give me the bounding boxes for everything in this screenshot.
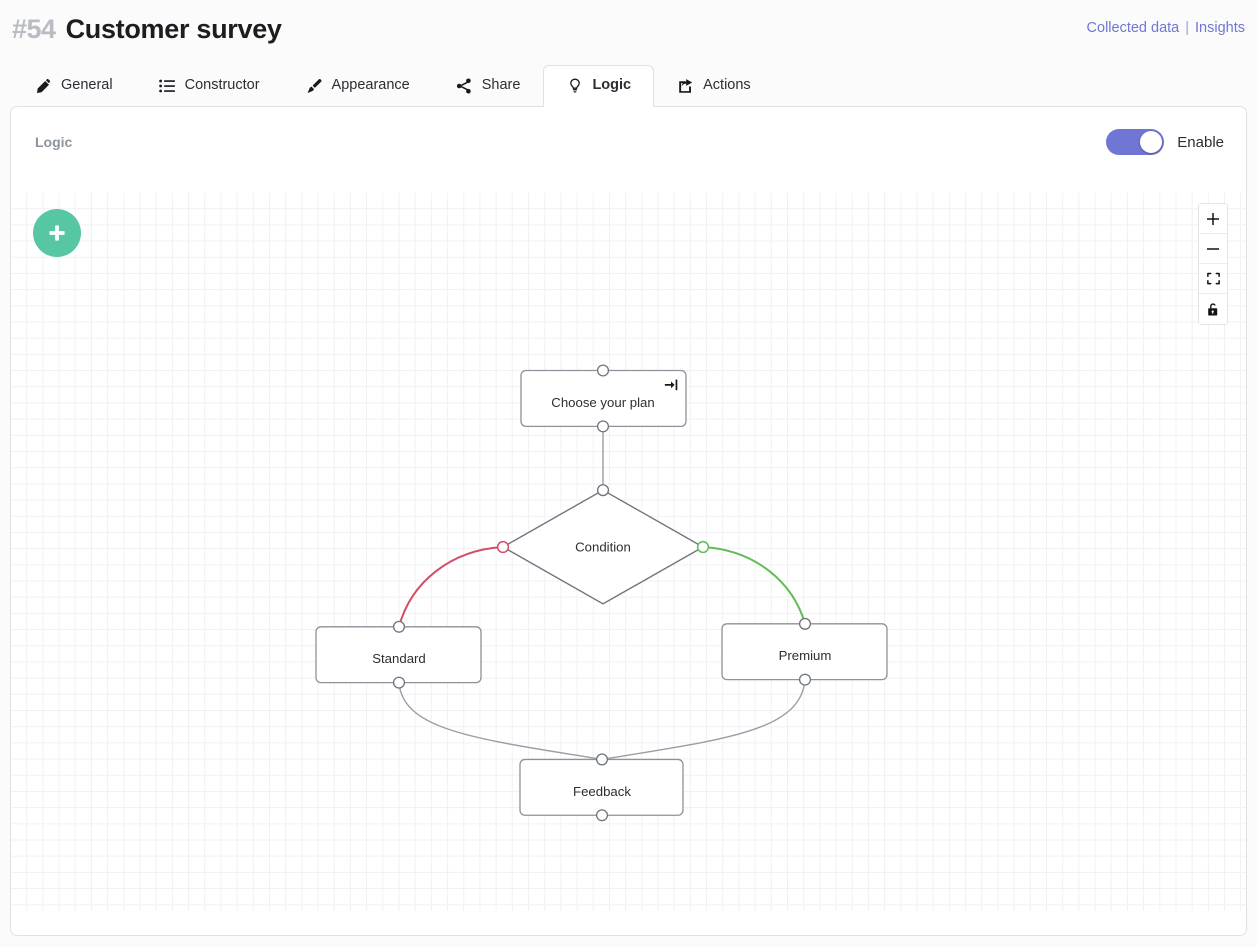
zoom-out-button[interactable] (1199, 234, 1227, 264)
port-choose-your-plan-bottom[interactable] (596, 420, 610, 433)
plus-glyph (49, 225, 65, 241)
node-choose-your-plan[interactable]: Choose your plan (520, 364, 687, 433)
node-premium-label: Premium (779, 648, 832, 663)
flow-diagram: Choose your plan Condition Standard Prem… (315, 364, 888, 822)
sign-in-icon (664, 378, 679, 392)
list-icon (159, 77, 176, 94)
node-standard-label: Standard (372, 651, 426, 666)
pencil-icon (35, 77, 52, 94)
link-separator: | (1185, 20, 1190, 36)
page-header: #54 Customer survey Collected data | Ins… (0, 0, 1257, 58)
lightbulb-icon (566, 77, 583, 94)
zoom-in-button[interactable] (1199, 204, 1227, 234)
edge-condition-false-to-standard[interactable] (398, 546, 504, 628)
edge-premium-to-feedback[interactable] (601, 679, 806, 761)
external-link-icon (677, 77, 694, 94)
paintbrush-icon (306, 77, 323, 94)
tab-share-label: Share (481, 77, 521, 94)
canvas-controls (1198, 203, 1228, 325)
node-standard[interactable]: Standard (315, 620, 482, 689)
share-icon (456, 77, 473, 94)
node-condition-label: Condition (575, 540, 631, 555)
panel-title: Logic (35, 133, 73, 150)
tab-constructor-label: Constructor (184, 77, 260, 94)
collected-data-link[interactable]: Collected data (1087, 20, 1180, 36)
enable-toggle-group: Enable (1106, 129, 1224, 155)
port-standard-bottom[interactable] (392, 676, 406, 689)
node-premium[interactable]: Premium (721, 617, 888, 686)
panel-header: Logic Enable (11, 107, 1246, 176)
enable-label: Enable (1177, 133, 1224, 151)
logic-panel: Logic Enable Choose your plan Condition … (10, 106, 1247, 936)
port-standard-top[interactable] (392, 620, 406, 633)
tab-actions-label: Actions (703, 77, 751, 94)
page-title: #54 Customer survey (12, 14, 282, 45)
toggle-knob (1140, 131, 1163, 153)
tab-bar: General Constructor Appearance Share Log… (0, 58, 1257, 107)
port-condition-true[interactable] (696, 540, 710, 554)
lock-button[interactable] (1199, 294, 1227, 324)
node-condition[interactable]: Condition (496, 484, 710, 605)
lock-icon (1208, 302, 1218, 315)
fit-screen-icon (1206, 272, 1220, 285)
edge-standard-to-feedback[interactable] (398, 682, 603, 761)
tab-appearance-label: Appearance (331, 77, 410, 94)
tab-logic[interactable]: Logic (543, 65, 655, 107)
port-condition-top[interactable] (596, 484, 610, 497)
survey-number: #54 (12, 13, 56, 44)
port-premium-bottom[interactable] (798, 673, 812, 686)
add-node-button[interactable] (33, 209, 81, 257)
header-links: Collected data | Insights (1087, 20, 1245, 36)
plus-icon (1207, 212, 1219, 225)
tab-logic-label: Logic (592, 77, 632, 94)
tab-share[interactable]: Share (433, 65, 544, 106)
edge-condition-true-to-premium[interactable] (702, 546, 806, 625)
logic-canvas[interactable]: Choose your plan Condition Standard Prem… (11, 193, 1246, 911)
port-feedback-top[interactable] (595, 753, 609, 766)
fit-screen-button[interactable] (1199, 264, 1227, 294)
port-choose-your-plan-top[interactable] (596, 364, 610, 377)
tab-actions[interactable]: Actions (654, 65, 774, 106)
enable-toggle[interactable] (1106, 129, 1165, 155)
port-condition-false[interactable] (496, 540, 510, 554)
node-feedback-label: Feedback (573, 784, 631, 799)
port-feedback-bottom[interactable] (595, 809, 609, 822)
minus-icon (1207, 247, 1219, 250)
insights-link[interactable]: Insights (1195, 20, 1245, 36)
tab-constructor[interactable]: Constructor (136, 65, 283, 106)
tab-appearance[interactable]: Appearance (283, 65, 433, 106)
port-premium-top[interactable] (798, 617, 812, 630)
tab-general[interactable]: General (12, 65, 136, 106)
node-feedback[interactable]: Feedback (519, 753, 684, 822)
node-choose-your-plan-label: Choose your plan (551, 395, 654, 410)
tab-general-label: General (61, 77, 113, 94)
survey-title: Customer survey (65, 13, 282, 44)
